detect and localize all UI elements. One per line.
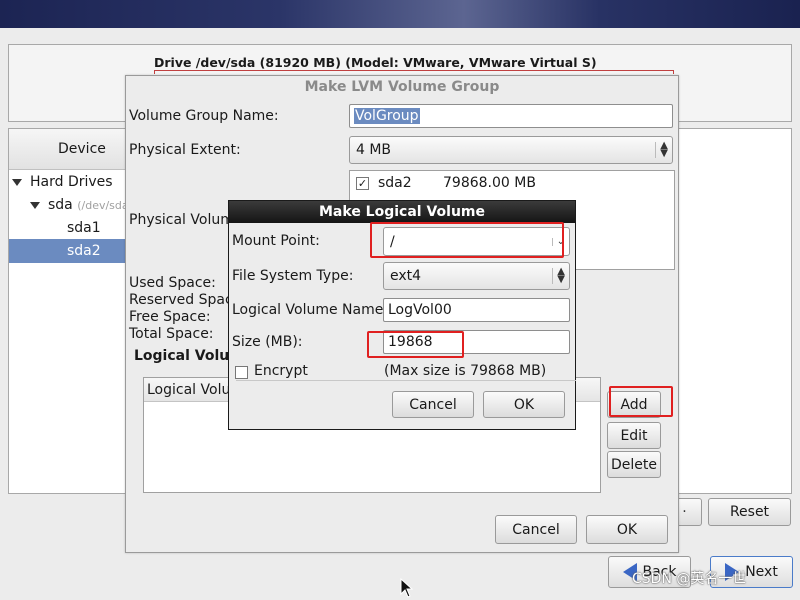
annotation-add xyxy=(609,386,673,417)
edit-button[interactable]: Edit xyxy=(607,422,661,449)
used-space-label: Used Space: xyxy=(129,275,216,291)
updown-icon: ▲ ▼ xyxy=(655,141,668,159)
lv-section-label: Logical Volu xyxy=(134,348,230,364)
tree-item-sda1[interactable]: sda1 xyxy=(67,220,101,236)
delete-button[interactable]: Delete xyxy=(607,451,661,478)
updown-icon: ▲ ▼ xyxy=(552,267,565,285)
mouse-cursor-icon xyxy=(400,578,414,598)
pe-value: 4 MB xyxy=(356,142,392,158)
annotation-size xyxy=(367,331,464,358)
drive-title: Drive /dev/sda (81920 MB) (Model: VMware… xyxy=(154,55,597,70)
mount-point-label: Mount Point: xyxy=(232,233,320,249)
vg-name-input[interactable]: VolGroup xyxy=(349,104,673,128)
tree-item-label: Hard Drives xyxy=(30,174,113,190)
expander-icon[interactable] xyxy=(30,201,40,209)
lv-name-label: Logical Volume Name: xyxy=(232,302,389,318)
pv-name: sda2 xyxy=(378,175,412,191)
annotation-mount-point xyxy=(370,222,564,258)
next-label: Next xyxy=(745,564,778,580)
lvm-cancel-button[interactable]: Cancel xyxy=(495,515,577,544)
drive-partition-bar xyxy=(154,70,674,74)
lvm-ok-button[interactable]: OK xyxy=(586,515,668,544)
header-spacer xyxy=(0,28,800,36)
pe-label: Physical Extent: xyxy=(129,142,241,158)
vg-name-label: Volume Group Name: xyxy=(129,108,279,124)
encrypt-label: Encrypt xyxy=(254,363,308,379)
pv-checkbox[interactable]: ✓ xyxy=(356,177,369,190)
tree-item-hard-drives[interactable]: Hard Drives xyxy=(12,174,113,190)
free-space-label: Free Space: xyxy=(129,309,211,325)
lvm-dialog-title: Make LVM Volume Group xyxy=(304,79,500,95)
lv-name-value: LogVol00 xyxy=(388,302,452,318)
expander-icon[interactable] xyxy=(12,178,22,186)
pe-select[interactable]: 4 MB ▲ ▼ xyxy=(349,136,673,164)
fs-type-label: File System Type: xyxy=(232,268,354,284)
fs-type-value: ext4 xyxy=(390,268,422,284)
lv-dialog-separator xyxy=(236,380,576,381)
lv-cancel-button[interactable]: Cancel xyxy=(392,391,474,418)
reset-button[interactable]: Reset xyxy=(708,498,791,526)
encrypt-checkbox[interactable] xyxy=(235,366,248,379)
watermark: CSDN @英名一世 xyxy=(632,571,747,587)
pv-label: Physical Volum xyxy=(129,212,234,228)
header-banner xyxy=(0,0,800,28)
lv-table-header-label: Logical Volu xyxy=(147,382,231,398)
tree-item-label: sda xyxy=(48,197,73,213)
device-column-label: Device xyxy=(58,141,106,157)
tree-item-sda[interactable]: sda (/dev/sda xyxy=(30,197,129,213)
vg-name-value: VolGroup xyxy=(354,108,420,124)
pv-size: 79868.00 MB xyxy=(443,175,536,191)
size-label: Size (MB): xyxy=(232,334,303,350)
lv-name-input[interactable]: LogVol00 xyxy=(383,298,570,322)
lv-dialog-titlebar[interactable]: Make Logical Volume xyxy=(229,201,575,223)
fs-type-select[interactable]: ext4 ▲ ▼ xyxy=(383,262,570,290)
tree-item-sda2[interactable]: sda2 xyxy=(67,243,101,259)
lv-ok-button[interactable]: OK xyxy=(483,391,565,418)
total-space-label: Total Space: xyxy=(129,326,214,342)
reserved-space-label: Reserved Space xyxy=(129,292,242,308)
tree-item-detail: (/dev/sda xyxy=(77,199,129,212)
max-size-text: (Max size is 79868 MB) xyxy=(384,363,547,379)
